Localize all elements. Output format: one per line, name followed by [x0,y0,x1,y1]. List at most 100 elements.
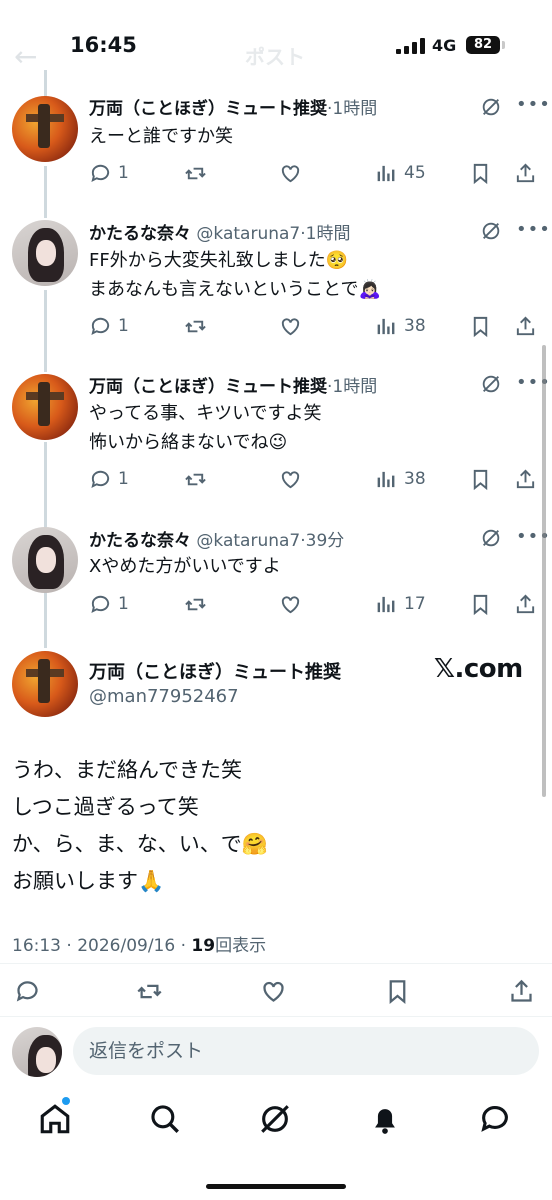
views-icon [377,471,395,487]
post-meta: 16:13 · 2026/09/16 · 19回表示 [12,931,266,956]
author-handle[interactable]: @kataruna7 [196,531,300,551]
bookmark-button[interactable] [469,589,492,619]
avatar[interactable] [12,527,78,593]
network-label: 4G [432,36,457,55]
grok-tab-icon[interactable] [258,1102,292,1136]
reply-input[interactable]: 返信をポスト [73,1027,539,1075]
author-name[interactable]: 万両（ことほぎ）ミュート推奨 [89,377,327,397]
grok-icon[interactable] [480,373,502,395]
messages-icon[interactable] [478,1102,512,1136]
more-icon[interactable]: ••• [516,219,551,240]
action-bar: 1 45 [0,158,552,188]
battery-icon: 82 [466,36,500,54]
post-text: えーと誰ですか笑 [89,126,233,147]
bookmark-button[interactable] [469,464,492,494]
scrollbar[interactable] [542,345,546,797]
avatar[interactable] [12,220,78,286]
repost-button[interactable] [136,976,163,1006]
composer-avatar [12,1027,62,1077]
home-indicator[interactable] [206,1184,346,1189]
reply-button[interactable]: 1 [89,158,129,188]
grok-icon[interactable] [480,220,502,242]
author-handle[interactable]: @kataruna7 [196,224,300,244]
back-arrow-icon[interactable]: ← [14,40,37,73]
bookmark-button[interactable] [469,158,492,188]
share-button[interactable] [508,976,535,1006]
avatar[interactable] [12,651,78,717]
views-button[interactable]: 45 [375,158,426,188]
post-header: かたるな奈々 @kataruna7·1時間 [89,219,350,244]
post-header: 万両（ことほぎ）ミュート推奨·1時間 [89,372,377,397]
views-button[interactable]: 17 [375,589,426,619]
bell-icon[interactable] [368,1102,402,1136]
like-button[interactable] [279,589,302,619]
repost-icon [185,167,206,179]
share-button[interactable] [514,464,537,494]
bookmark-icon [473,163,488,184]
view-count: 19 [191,936,216,956]
grok-icon[interactable] [480,96,502,118]
view-count: 45 [404,163,426,183]
bookmark-icon [473,469,488,490]
like-button[interactable] [279,464,302,494]
author-name[interactable]: 万両（ことほぎ）ミュート推奨 [89,99,327,119]
share-icon [516,469,535,488]
action-bar: 1 38 [0,464,552,494]
reply-button[interactable] [14,976,41,1006]
home-icon[interactable] [38,1102,72,1136]
search-icon[interactable] [148,1102,182,1136]
view-count: 38 [404,469,426,489]
reply-icon [91,470,110,488]
divider [0,963,552,964]
thread-line [44,70,47,98]
author-name[interactable]: 万両（ことほぎ）ミュート推奨 [89,658,341,684]
bookmark-button[interactable] [469,311,492,341]
author-handle[interactable]: @man77952467 [89,686,239,707]
like-button[interactable] [279,311,302,341]
like-button[interactable] [279,158,302,188]
reply-button[interactable]: 1 [89,589,129,619]
avatar[interactable] [12,374,78,440]
grok-icon[interactable] [480,527,502,549]
repost-icon [185,320,206,332]
views-icon [377,318,395,334]
battery-tip [502,41,505,49]
views-icon [377,165,395,181]
post-time: ·1時間 [300,224,351,244]
reply-button[interactable]: 1 [89,311,129,341]
views-button[interactable]: 38 [375,311,426,341]
author-name[interactable]: かたるな奈々 [89,224,191,244]
repost-button[interactable] [184,311,207,341]
more-icon[interactable]: ••• [516,94,551,115]
heart-icon [281,470,300,488]
bookmark-icon [389,979,406,1004]
repost-button[interactable] [184,158,207,188]
post-text: やってる事、キツいですよ笑 怖いから絡まないでね😉 [89,403,322,453]
share-button[interactable] [514,158,537,188]
heart-icon [281,317,300,335]
reply-count: 1 [118,594,129,614]
share-icon [511,979,532,1002]
author-name[interactable]: かたるな奈々 [89,531,191,551]
repost-button[interactable] [184,589,207,619]
status-time: 16:45 [70,33,137,57]
bookmark-button[interactable] [384,976,411,1006]
post-timestamp: 16:13 · 2026/09/16 · [12,936,192,956]
repost-button[interactable] [184,464,207,494]
post-header: 万両（ことほぎ）ミュート推奨·1時間 [89,94,377,119]
post-text: うわ、まだ絡んできた笑 しつこ過ぎるって笑 か、ら、ま、な、い、で🤗 お願いしま… [12,758,268,893]
post-text: FF外から大変失礼致しました🥺 まあなんも言えないということで🙇🏻‍♀️ [89,250,381,300]
reply-count: 1 [118,163,129,183]
share-button[interactable] [514,589,537,619]
reply-button[interactable]: 1 [89,464,129,494]
share-button[interactable] [514,311,537,341]
post-time: ·1時間 [327,99,378,119]
avatar[interactable] [12,96,78,162]
repost-icon [185,598,206,610]
repost-icon [137,984,162,998]
views-icon [377,596,395,612]
views-button[interactable]: 38 [375,464,426,494]
post-time: ·1時間 [327,377,378,397]
like-button[interactable] [260,976,287,1006]
share-icon [516,163,535,182]
